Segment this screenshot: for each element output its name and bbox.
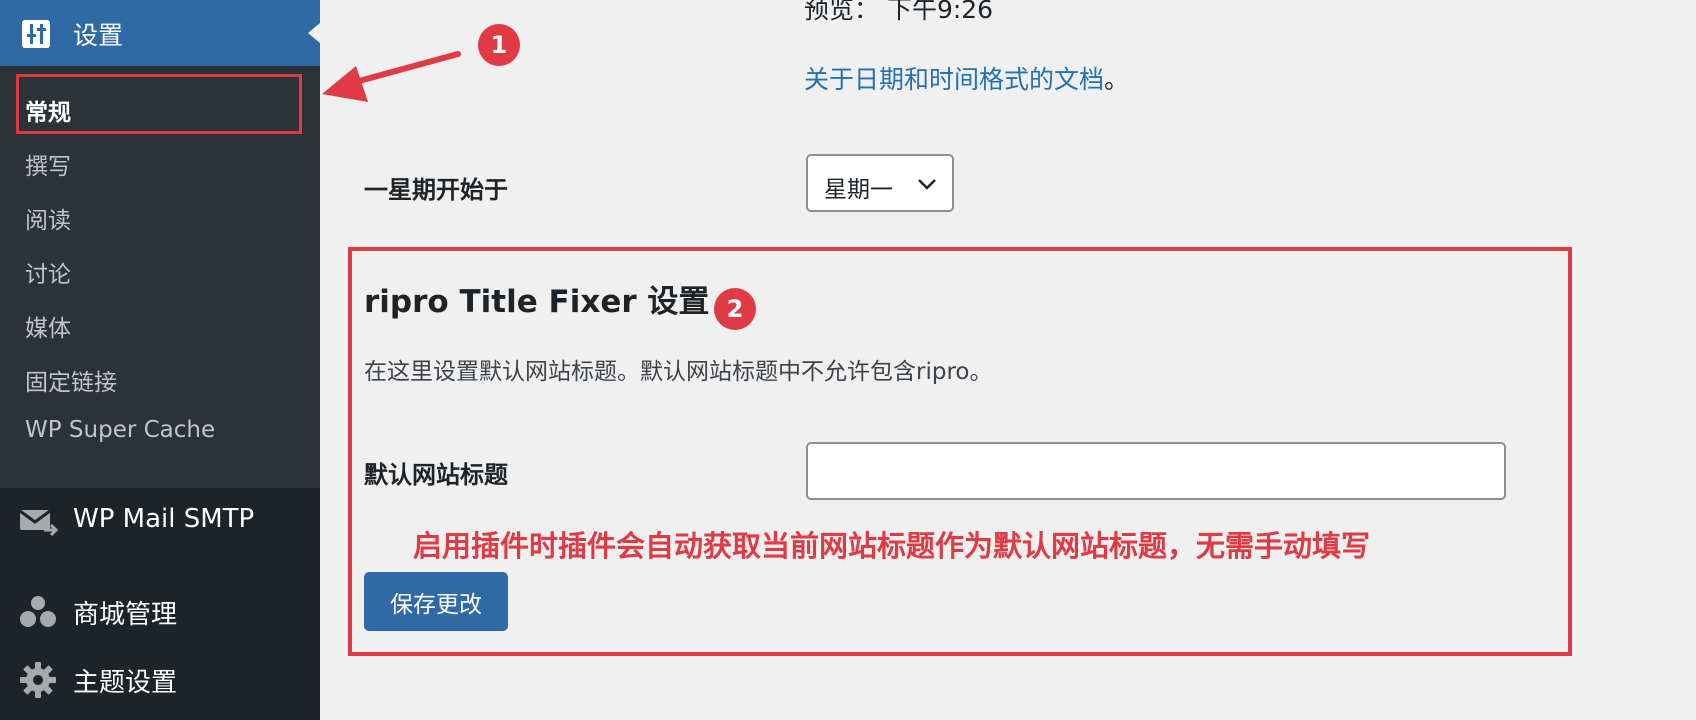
settings-sliders-icon	[22, 20, 50, 48]
save-button[interactable]: 保存更改	[364, 572, 508, 631]
menu-shop-management[interactable]: 商城管理	[0, 582, 320, 642]
submenu-discussion[interactable]: 讨论	[25, 255, 71, 289]
users-icon	[20, 596, 56, 627]
submenu-reading[interactable]: 阅读	[25, 201, 71, 235]
time-preview: 预览： 下午9:26	[804, 0, 994, 24]
menu-wp-mail-smtp-label: WP Mail SMTP	[73, 504, 255, 534]
menu-settings[interactable]: 设置	[0, 0, 320, 66]
docs-suffix: 。	[1104, 65, 1130, 94]
menu-shop-management-label: 商城管理	[73, 600, 178, 630]
annotation-box-general	[16, 74, 302, 134]
plugin-description: 在这里设置默认网站标题。默认网站标题中不允许包含ripro。	[364, 359, 993, 385]
submenu-permalinks[interactable]: 固定链接	[25, 363, 117, 397]
chevron-down-icon	[918, 179, 936, 190]
week-start-select[interactable]: 星期一	[806, 154, 954, 212]
submenu-wp-super-cache[interactable]: WP Super Cache	[25, 417, 215, 443]
annotation-note: 启用插件时插件会自动获取当前网站标题作为默认网站标题，无需手动填写	[413, 529, 1371, 563]
annotation-badge-2: 2	[714, 288, 756, 330]
date-format-docs-link[interactable]: 关于日期和时间格式的文档	[804, 65, 1104, 94]
plugin-section-title: ripro Title Fixer 设置	[364, 284, 710, 320]
week-start-label: 一星期开始于	[364, 176, 508, 204]
submenu-writing[interactable]: 撰写	[25, 147, 71, 181]
menu-theme-settings[interactable]: 主题设置	[0, 650, 320, 710]
default-site-title-label: 默认网站标题	[364, 461, 508, 489]
settings-main: 预览： 下午9:26 关于日期和时间格式的文档。 一星期开始于 星期一 ripr…	[320, 0, 1696, 720]
mail-icon	[19, 509, 58, 537]
submenu-media[interactable]: 媒体	[25, 309, 71, 343]
default-site-title-input[interactable]	[806, 442, 1506, 500]
admin-sidebar: 设置 常规 撰写 阅读 讨论 媒体 固定链接 WP Super Cache WP…	[0, 0, 320, 720]
menu-wp-mail-smtp[interactable]: WP Mail SMTP	[0, 492, 320, 552]
week-start-value: 星期一	[824, 177, 893, 203]
gear-icon	[20, 662, 56, 698]
menu-theme-settings-label: 主题设置	[73, 668, 178, 698]
docs-line: 关于日期和时间格式的文档。	[804, 60, 1129, 96]
menu-settings-label: 设置	[73, 21, 124, 50]
